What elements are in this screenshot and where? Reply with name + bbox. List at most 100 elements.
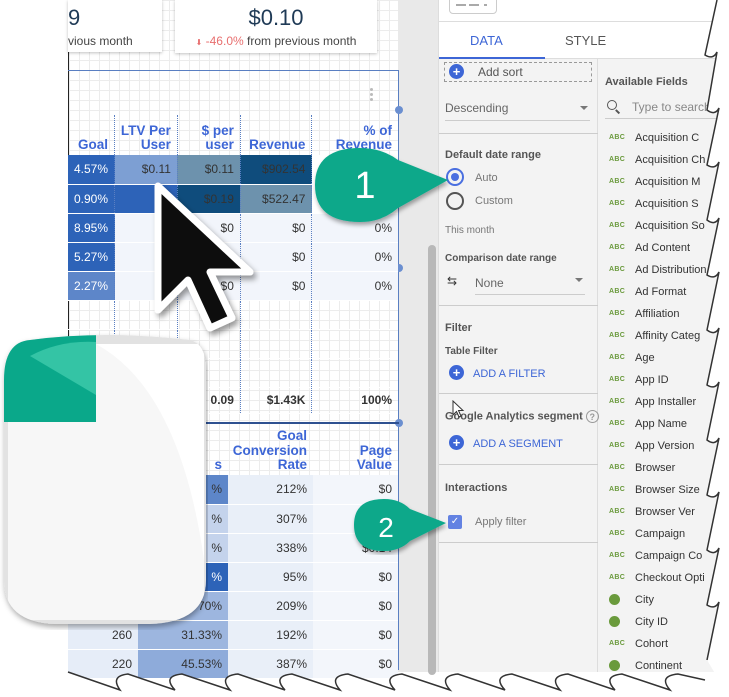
table-cell: 2.27% [68, 271, 116, 301]
table-cell: $0 [313, 591, 398, 621]
text-type-icon: ABC [609, 134, 626, 141]
column-header-text: Goal [78, 136, 109, 152]
scorecard-value: 9 [68, 5, 81, 30]
column-header[interactable]: $ per user [177, 115, 241, 155]
mouse-app-icon [4, 335, 206, 624]
radio-custom-label[interactable]: Custom [475, 195, 513, 207]
empty-cell [311, 329, 398, 359]
text-type-icon: ABC [609, 354, 626, 361]
table-cell: 5.27% [68, 242, 116, 272]
table-cell: 209% [228, 591, 313, 621]
field-name: Ad Content [635, 242, 691, 254]
callout-2: 2 [354, 499, 446, 551]
torn-edge-bottom [0, 660, 729, 697]
table-cell: 307% [228, 504, 313, 534]
globe-icon [609, 594, 620, 605]
apply-filter-label[interactable]: Apply filter [475, 516, 526, 528]
column-header-text: LTV Per [120, 122, 171, 138]
comparison-label: from previous month [247, 34, 357, 48]
segment-title: Google Analytics segment? [445, 410, 599, 423]
table-cell: 192% [228, 620, 313, 650]
table-cell: $0 [313, 562, 398, 592]
resize-handle[interactable] [395, 106, 403, 114]
total-cell: 100% [311, 387, 398, 414]
field-name: Ad Format [635, 286, 687, 298]
field-name: Browser Ver [635, 506, 695, 518]
empty-cell [68, 300, 116, 330]
delta-value: -46.0% [205, 34, 244, 48]
column-header[interactable]: Goal Conversion Rate [228, 425, 313, 475]
available-fields-title: Available Fields [605, 76, 688, 88]
add-sort-label: Add sort [478, 65, 523, 79]
text-type-icon: ABC [609, 486, 626, 493]
search-icon [607, 100, 617, 110]
column-header[interactable]: Page Value [313, 425, 398, 475]
field-name: Affinity Categ [635, 330, 701, 342]
divider [439, 133, 598, 134]
plus-icon[interactable]: + [449, 365, 464, 380]
help-icon[interactable]: ? [585, 410, 599, 423]
column-header-text: Page [359, 442, 392, 458]
text-type-icon: ABC [609, 398, 626, 405]
tab-style[interactable]: STYLE [565, 33, 606, 48]
column-header[interactable]: Revenue [240, 115, 313, 155]
field-name: Campaign [635, 528, 686, 540]
globe-icon [609, 616, 620, 627]
field-name: App ID [635, 374, 669, 386]
column-header-text: $ per [201, 122, 234, 138]
text-type-icon: ABC [609, 640, 626, 647]
plus-icon: + [449, 64, 464, 79]
text-type-icon: ABC [609, 552, 626, 559]
plus-icon[interactable]: + [449, 435, 464, 450]
text-type-icon: ABC [609, 530, 626, 537]
add-segment-button[interactable]: ADD A SEGMENT [473, 438, 563, 450]
text-type-icon: ABC [609, 464, 626, 471]
table-cell: 8.95% [68, 213, 116, 243]
column-header[interactable]: Goal [68, 115, 116, 155]
interactions-title: Interactions [445, 482, 508, 494]
chart-type-icon[interactable] [449, 0, 497, 14]
column-header-text: user [205, 136, 234, 152]
total-cell: $1.43K [240, 387, 313, 414]
current-date-range: This month [445, 225, 495, 236]
column-header-text: Goal [276, 428, 307, 444]
field-name: App Version [635, 440, 695, 452]
mouse-pointer-icon [154, 182, 254, 332]
scorecard-2[interactable]: $0.10 ⬇ -46.0% from previous month [175, 0, 377, 53]
small-pointer-icon [452, 400, 465, 418]
down-arrow-icon: ⬇ [195, 38, 203, 47]
chart-more-menu-icon[interactable] [370, 88, 374, 103]
text-type-icon: ABC [609, 332, 626, 339]
field-name: App Name [635, 418, 687, 430]
add-filter-button[interactable]: ADD A FILTER [473, 368, 546, 380]
divider [439, 393, 598, 394]
callout-1: 1 [315, 148, 448, 222]
column-header-text: Conversion [232, 442, 307, 458]
table-cell: $0 [313, 620, 398, 650]
column-header[interactable]: LTV Per User [114, 115, 178, 155]
field-name: Age [635, 352, 655, 364]
dropdown-arrow-icon [575, 278, 583, 282]
radio-auto-label[interactable]: Auto [475, 172, 498, 184]
panel-tabs: DATA STYLE [439, 22, 729, 59]
table-cell: 212% [228, 475, 313, 505]
scorecard-1[interactable]: 9 vious month [68, 0, 162, 52]
text-type-icon: ABC [609, 178, 626, 185]
text-type-icon: ABC [609, 244, 626, 251]
text-type-icon: ABC [609, 310, 626, 317]
add-sort-button[interactable]: + Add sort [444, 62, 592, 82]
column-header-text: Revenue [249, 136, 306, 152]
sort-order-dropdown[interactable]: Descending [445, 101, 590, 121]
comparison-date-dropdown[interactable]: None [475, 273, 585, 295]
default-date-range-title: Default date range [445, 149, 541, 161]
table-filter-label: Table Filter [445, 346, 498, 357]
table-cell: 0% [311, 242, 398, 272]
empty-cell [311, 358, 398, 388]
tab-data[interactable]: DATA [470, 33, 503, 48]
panel-scrollbar[interactable] [428, 245, 436, 675]
table-cell: 0% [311, 271, 398, 301]
scorecard-comparison: vious month [68, 34, 133, 48]
text-type-icon: ABC [609, 420, 626, 427]
apply-filter-checkbox[interactable]: ✓ [448, 515, 462, 529]
scorecard-comparison: ⬇ -46.0% from previous month [175, 34, 377, 48]
